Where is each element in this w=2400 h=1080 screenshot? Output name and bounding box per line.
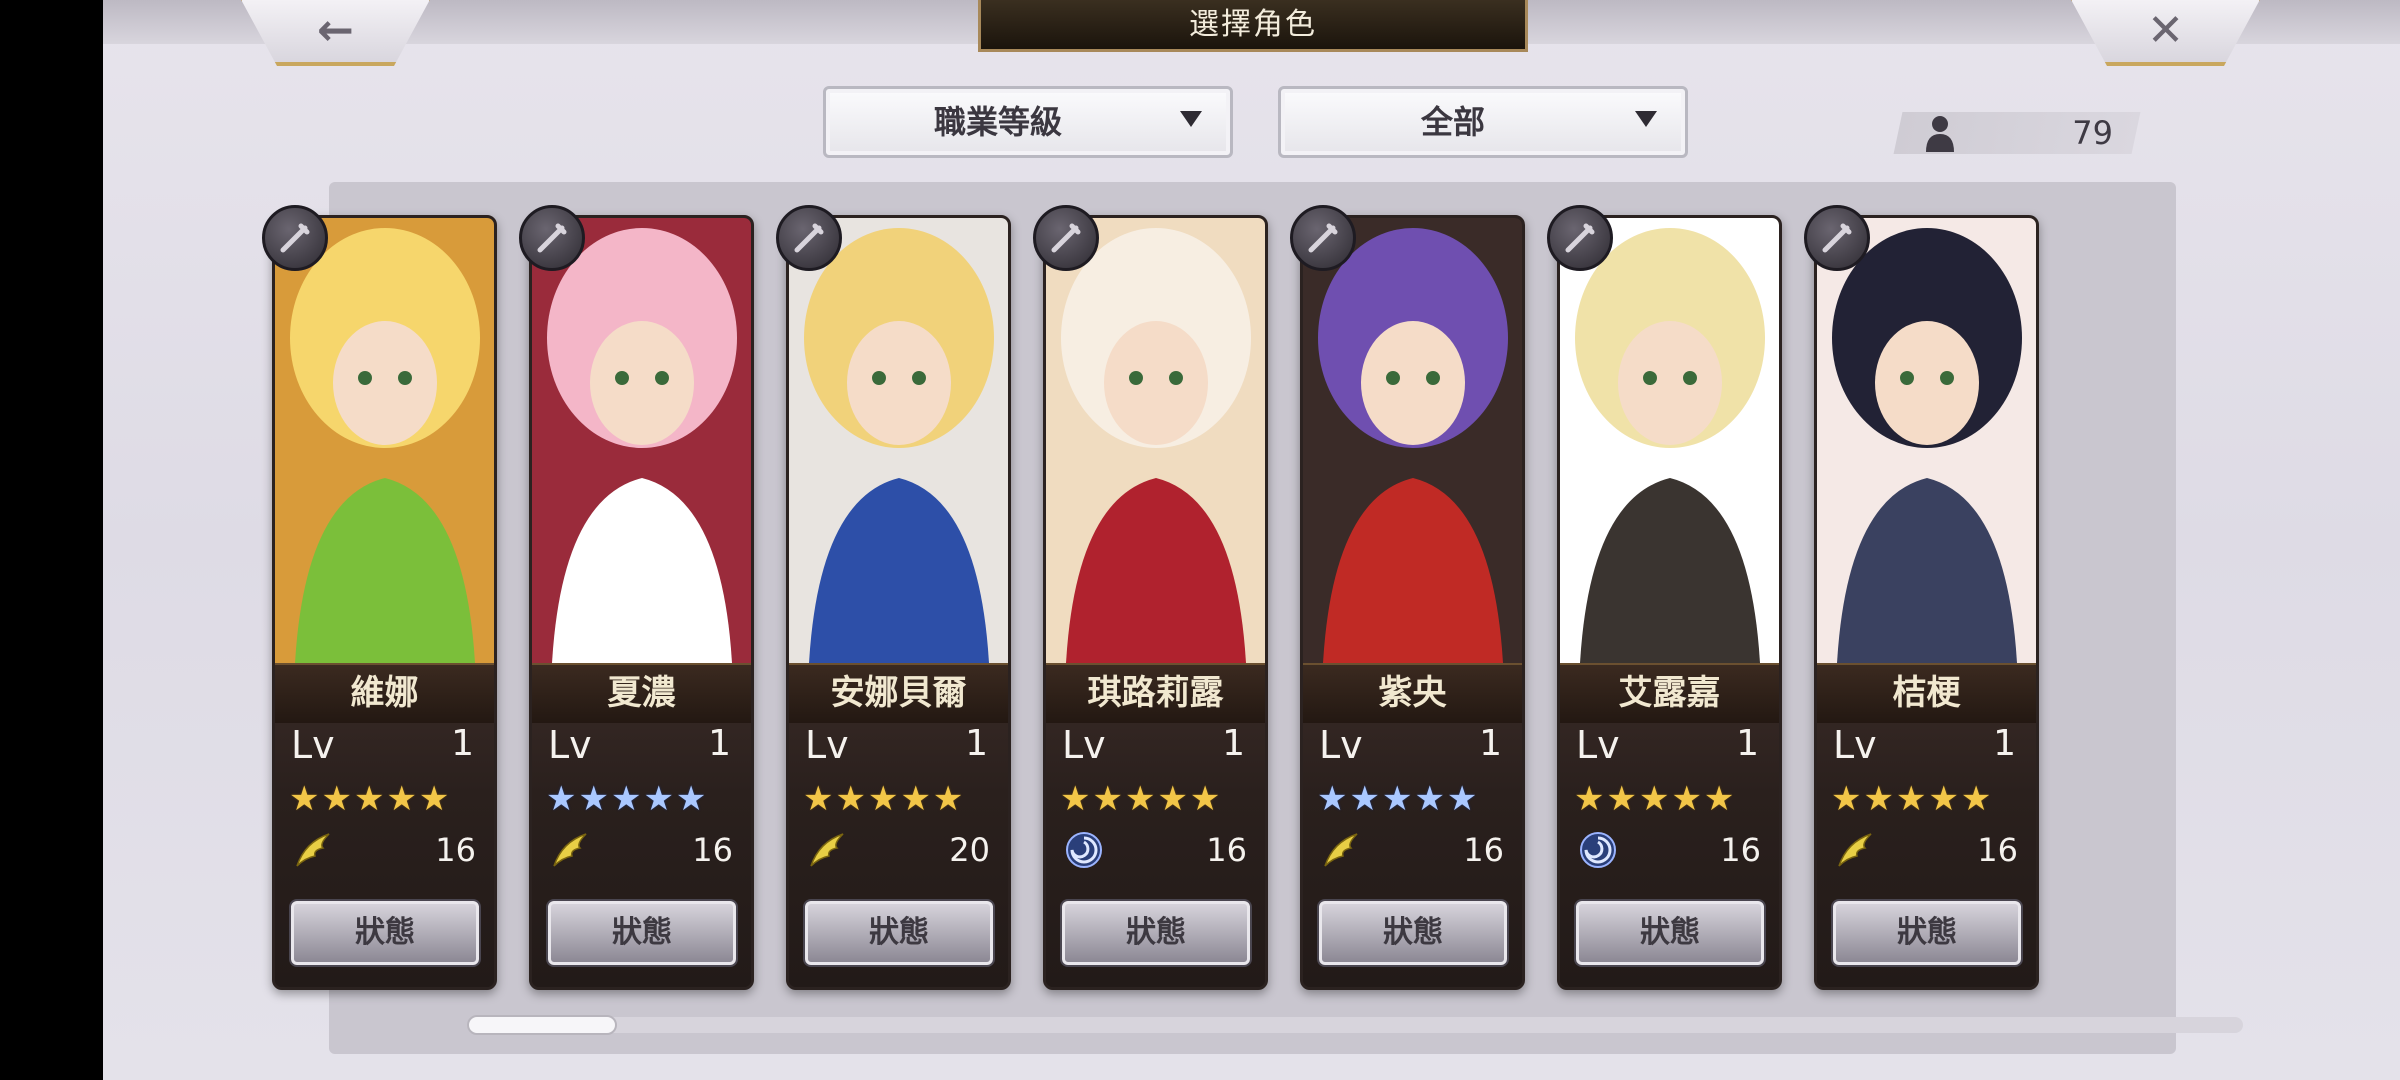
- level-value: 1: [1736, 723, 1759, 764]
- rarity-stars: ★★★★★: [803, 779, 966, 819]
- level-label: Lv: [1062, 723, 1106, 767]
- filter-dropdown[interactable]: 全部: [1278, 86, 1688, 158]
- character-name: 琪路莉露: [1046, 663, 1265, 723]
- status-button[interactable]: 狀態: [1576, 901, 1764, 965]
- character-name: 維娜: [275, 663, 494, 723]
- power-value: 16: [1977, 831, 2018, 869]
- status-button[interactable]: 狀態: [805, 901, 993, 965]
- level-value: 1: [1222, 723, 1245, 764]
- character-name: 紫央: [1303, 663, 1522, 723]
- character-card[interactable]: 桔梗 Lv 1 ★★★★★ 16 狀態: [1814, 215, 2039, 990]
- back-button[interactable]: ←: [238, 0, 433, 66]
- status-button[interactable]: 狀態: [548, 901, 736, 965]
- staff-icon: [262, 205, 328, 271]
- sword-icon: [519, 205, 585, 271]
- character-name: 艾露嘉: [1560, 663, 1779, 723]
- character-name: 桔梗: [1817, 663, 2036, 723]
- filter-dropdown-value: 全部: [1420, 103, 1485, 141]
- level-label: Lv: [1319, 723, 1363, 767]
- rarity-stars: ★★★★★: [289, 779, 452, 819]
- chevron-down-icon: [1180, 111, 1202, 127]
- power-value: 20: [949, 831, 990, 869]
- character-portrait: [1817, 218, 2036, 663]
- page-title: 選擇角色: [978, 0, 1528, 52]
- character-select-screen: ← 選擇角色 ✕ 職業等級 全部 79 維娜 Lv 1 ★★★★★ 16 狀態 …: [103, 0, 2400, 1080]
- katana-icon: [1290, 205, 1356, 271]
- character-card[interactable]: 艾露嘉 Lv 1 ★★★★★ 16 狀態: [1557, 215, 1782, 990]
- rarity-stars: ★★★★★: [1831, 779, 1994, 819]
- scrollbar-track[interactable]: [467, 1017, 2243, 1033]
- character-card[interactable]: 紫央 Lv 1 ★★★★★ 16 狀態: [1300, 215, 1525, 990]
- character-card[interactable]: 維娜 Lv 1 ★★★★★ 16 狀態: [272, 215, 497, 990]
- scrollbar-thumb[interactable]: [467, 1015, 617, 1035]
- power-value: 16: [1463, 831, 1504, 869]
- chevron-down-icon: [1635, 111, 1657, 127]
- wing-element-icon: [296, 833, 330, 867]
- status-button[interactable]: 狀態: [1319, 901, 1507, 965]
- rarity-stars: ★★★★★: [1060, 779, 1223, 819]
- sword-icon: [776, 205, 842, 271]
- wing-element-icon: [553, 833, 587, 867]
- power-value: 16: [1720, 831, 1761, 869]
- character-name: 安娜貝爾: [789, 663, 1008, 723]
- sort-dropdown-value: 職業等級: [933, 103, 1062, 141]
- character-card[interactable]: 夏濃 Lv 1 ★★★★★ 16 狀態: [529, 215, 754, 990]
- status-button[interactable]: 狀態: [1062, 901, 1250, 965]
- wing-element-icon: [1324, 833, 1358, 867]
- character-card[interactable]: 琪路莉露 Lv 1 ★★★★★ 16 狀態: [1043, 215, 1268, 990]
- swirl-element-icon: [1066, 832, 1102, 868]
- character-name: 夏濃: [532, 663, 751, 723]
- sort-dropdown[interactable]: 職業等級: [823, 86, 1233, 158]
- rarity-stars: ★★★★★: [546, 779, 709, 819]
- rarity-stars: ★★★★★: [1317, 779, 1480, 819]
- power-value: 16: [692, 831, 733, 869]
- close-button[interactable]: ✕: [2068, 0, 2263, 66]
- level-value: 1: [708, 723, 731, 764]
- level-label: Lv: [291, 723, 335, 767]
- character-portrait: [789, 218, 1008, 663]
- character-portrait: [1303, 218, 1522, 663]
- level-label: Lv: [1576, 723, 1620, 767]
- rarity-stars: ★★★★★: [1574, 779, 1737, 819]
- level-label: Lv: [1833, 723, 1877, 767]
- person-icon: [1926, 116, 1954, 152]
- wing-element-icon: [1838, 833, 1872, 867]
- character-portrait: [1560, 218, 1779, 663]
- character-portrait: [532, 218, 751, 663]
- level-value: 1: [965, 723, 988, 764]
- swirl-element-icon: [1580, 832, 1616, 868]
- sword-icon: [1033, 205, 1099, 271]
- level-label: Lv: [805, 723, 849, 767]
- level-label: Lv: [548, 723, 592, 767]
- character-card[interactable]: 安娜貝爾 Lv 1 ★★★★★ 20 狀態: [786, 215, 1011, 990]
- level-value: 1: [451, 723, 474, 764]
- close-icon: ✕: [2147, 4, 2184, 56]
- wing-element-icon: [810, 833, 844, 867]
- character-portrait: [275, 218, 494, 663]
- level-value: 1: [1993, 723, 2016, 764]
- katana-icon: [1547, 205, 1613, 271]
- status-button[interactable]: 狀態: [1833, 901, 2021, 965]
- status-button[interactable]: 狀態: [291, 901, 479, 965]
- level-value: 1: [1479, 723, 1502, 764]
- character-portrait: [1046, 218, 1265, 663]
- power-value: 16: [1206, 831, 1247, 869]
- back-arrow-icon: ←: [317, 4, 354, 56]
- roster-count: 79: [2072, 114, 2113, 152]
- axe-icon: [1804, 205, 1870, 271]
- power-value: 16: [435, 831, 476, 869]
